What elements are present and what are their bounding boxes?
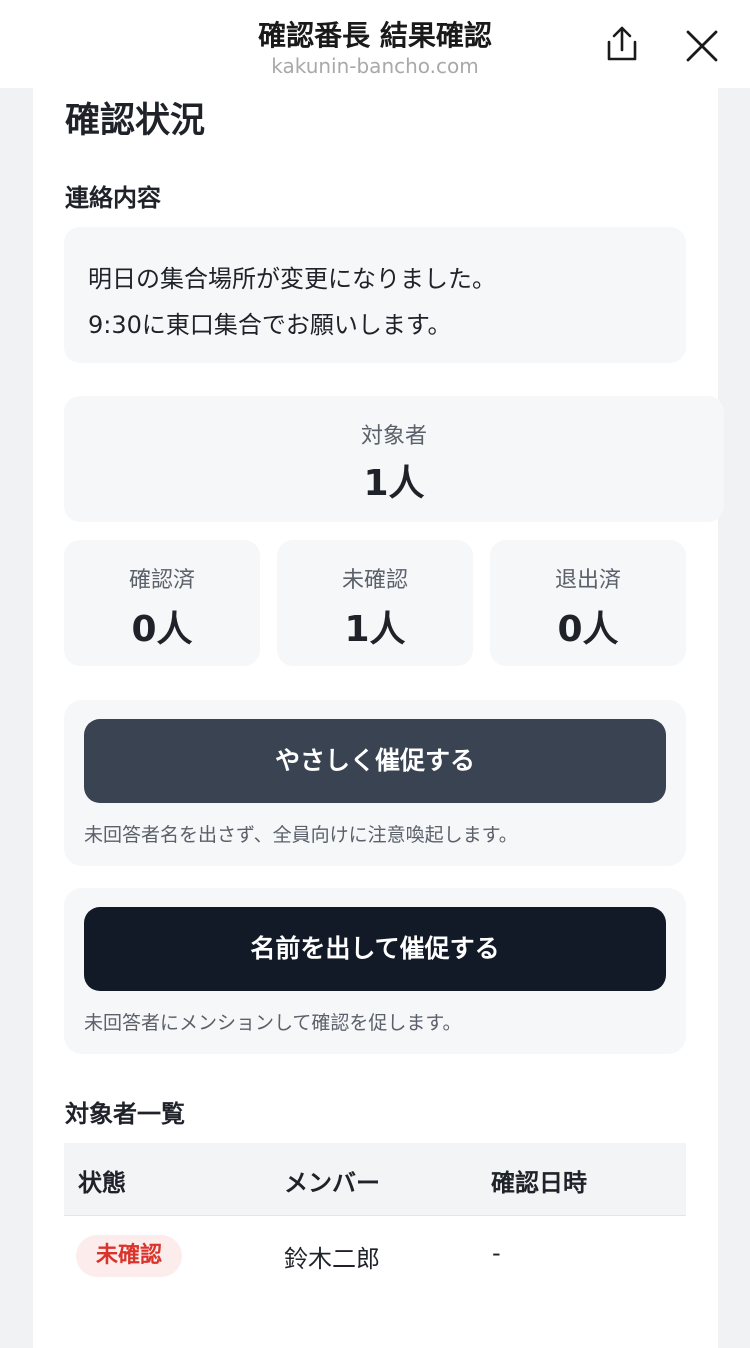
named-remind-panel: 名前を出して催促する 未回答者にメンションして確認を促します。 xyxy=(64,888,686,1054)
column-header-status: 状態 xyxy=(78,1169,126,1197)
stat-label: 退出済 xyxy=(554,568,621,593)
stat-target: 対象者 1人 xyxy=(64,396,724,522)
stat-label: 確認済 xyxy=(128,568,195,593)
gentle-remind-note: 未回答者名を出さず、全員向けに注意喚起します。 xyxy=(84,824,518,846)
stat-value: 1人 xyxy=(344,609,406,650)
stat-label: 未確認 xyxy=(341,568,408,593)
message-box: 明日の集合場所が変更になりました。 9:30に東口集合でお願いします。 xyxy=(64,227,686,363)
message-section-title: 連絡内容 xyxy=(65,184,161,212)
close-icon[interactable] xyxy=(682,26,722,66)
message-line: 明日の集合場所が変更になりました。 xyxy=(88,265,496,293)
stat-unconfirmed: 未確認 1人 xyxy=(277,540,473,666)
top-bar: 確認番長 結果確認 kakunin-bancho.com xyxy=(0,0,750,88)
gentle-remind-panel: やさしく催促する 未回答者名を出さず、全員向けに注意喚起します。 xyxy=(64,700,686,866)
stat-confirmed: 確認済 0人 xyxy=(64,540,260,666)
member-name: 鈴木二郎 xyxy=(284,1245,380,1273)
stat-value: 1人 xyxy=(363,463,425,504)
confirmed-at: - xyxy=(492,1239,501,1267)
message-line: 9:30に東口集合でお願いします。 xyxy=(88,311,452,339)
stat-label: 対象者 xyxy=(360,424,427,449)
status-badge: 未確認 xyxy=(76,1235,182,1277)
section-heading: 確認状況 xyxy=(65,101,206,141)
stat-value: 0人 xyxy=(557,609,619,650)
named-remind-note: 未回答者にメンションして確認を促します。 xyxy=(84,1012,462,1034)
gentle-remind-button[interactable]: やさしく催促する xyxy=(84,719,666,803)
column-header-member: メンバー xyxy=(284,1169,380,1197)
table-row: 未確認 鈴木二郎 - xyxy=(64,1217,686,1294)
share-icon[interactable] xyxy=(600,24,644,64)
stat-value: 0人 xyxy=(131,609,193,650)
member-table-title: 対象者一覧 xyxy=(65,1100,185,1128)
column-header-confirmed-at: 確認日時 xyxy=(491,1169,587,1197)
named-remind-button[interactable]: 名前を出して催促する xyxy=(84,907,666,991)
stat-left: 退出済 0人 xyxy=(490,540,686,666)
table-header: 状態 メンバー 確認日時 xyxy=(64,1143,686,1216)
